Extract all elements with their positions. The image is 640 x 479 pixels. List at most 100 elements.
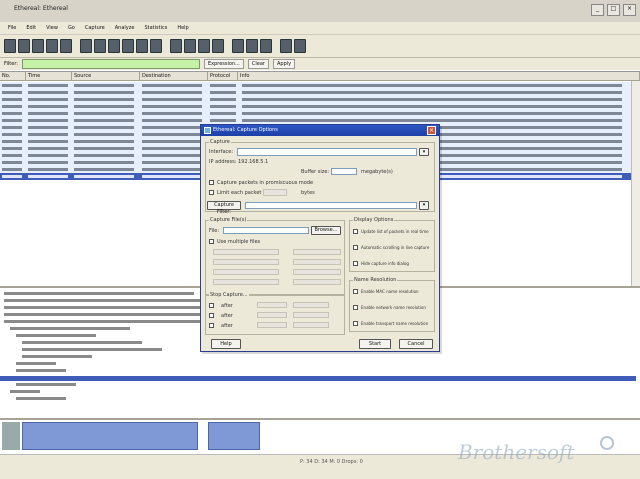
menu-file[interactable]: File <box>8 25 16 31</box>
detail-line[interactable] <box>22 348 162 351</box>
column-time[interactable]: Time <box>26 72 72 81</box>
detail-line[interactable] <box>16 369 66 372</box>
detail-line[interactable] <box>16 362 56 365</box>
stop-size-input[interactable] <box>257 312 287 318</box>
detail-line[interactable] <box>16 383 76 386</box>
detail-line[interactable] <box>10 327 130 330</box>
stop-time-input[interactable] <box>257 322 287 328</box>
help-button[interactable]: Help <box>211 339 241 349</box>
menu-analyze[interactable]: Analyze <box>115 25 135 31</box>
stop-time-checkbox[interactable] <box>209 323 214 328</box>
promiscuous-checkbox[interactable] <box>209 180 214 185</box>
column-source[interactable]: Source <box>72 72 140 81</box>
filter-clear-button[interactable]: Clear <box>247 59 269 69</box>
filter-dropdown-icon[interactable]: ▾ <box>419 201 429 210</box>
close-icon[interactable] <box>32 39 44 53</box>
stop-size-unit[interactable] <box>293 312 329 318</box>
capture-filter-button[interactable]: Capture Filter: <box>207 201 241 215</box>
packet-cell <box>210 119 236 122</box>
capture-stop-icon[interactable] <box>260 39 272 53</box>
packet-row[interactable] <box>0 110 640 117</box>
mac-resolution-checkbox[interactable] <box>353 289 358 294</box>
buffer-size-input[interactable] <box>331 168 357 175</box>
ring-buffer-value <box>293 249 341 255</box>
browse-button[interactable]: Browse... <box>311 226 341 235</box>
packet-list-scrollbar[interactable] <box>631 81 640 286</box>
network-resolution-checkbox[interactable] <box>353 305 358 310</box>
cancel-button[interactable]: Cancel <box>399 339 433 349</box>
limit-packet-checkbox[interactable] <box>209 190 214 195</box>
toolbar-separator <box>164 40 168 52</box>
capture-filter-input[interactable] <box>245 202 417 209</box>
column-info[interactable]: Info <box>238 72 640 81</box>
detail-line[interactable] <box>16 334 96 337</box>
filter-apply-button[interactable]: Apply <box>272 59 296 69</box>
transport-resolution-checkbox[interactable] <box>353 321 358 326</box>
capture-start-icon[interactable] <box>246 39 258 53</box>
packet-cell <box>2 84 22 87</box>
menu-capture[interactable]: Capture <box>85 25 105 31</box>
interface-select[interactable] <box>237 148 417 156</box>
toolbar-separator <box>226 40 230 52</box>
menu-edit[interactable]: Edit <box>26 25 36 31</box>
column-protocol[interactable]: Protocol <box>208 72 238 81</box>
stop-packets-input[interactable] <box>257 302 287 308</box>
packet-cell <box>74 168 134 171</box>
column-no[interactable]: No. <box>0 72 26 81</box>
packet-cell <box>2 154 22 157</box>
print-icon[interactable] <box>60 39 72 53</box>
help-icon[interactable] <box>294 39 306 53</box>
auto-scroll-checkbox[interactable] <box>353 245 358 250</box>
filter-input[interactable] <box>21 59 200 69</box>
detail-line[interactable] <box>4 292 194 295</box>
packet-row[interactable] <box>0 96 640 103</box>
menu-view[interactable]: View <box>46 25 58 31</box>
zoom-normal-icon[interactable] <box>198 39 210 53</box>
preferences-icon[interactable] <box>280 39 292 53</box>
menu-help[interactable]: Help <box>177 25 188 31</box>
detail-line[interactable] <box>22 355 92 358</box>
zoom-out-icon[interactable] <box>184 39 196 53</box>
filter-expression-button[interactable]: Expression... <box>203 59 244 69</box>
first-icon[interactable] <box>136 39 148 53</box>
start-button[interactable]: Start <box>359 339 391 349</box>
hide-info-checkbox[interactable] <box>353 261 358 266</box>
goto-icon[interactable] <box>122 39 134 53</box>
find-icon[interactable] <box>80 39 92 53</box>
packet-row[interactable] <box>0 82 640 89</box>
detail-line[interactable] <box>10 390 40 393</box>
open-icon[interactable] <box>4 39 16 53</box>
dialog-close-button[interactable]: × <box>427 126 436 135</box>
back-icon[interactable] <box>94 39 106 53</box>
detail-line[interactable] <box>4 320 204 323</box>
filter-bar: Filter: Expression... Clear Apply <box>0 58 640 70</box>
zoom-in-icon[interactable] <box>170 39 182 53</box>
last-icon[interactable] <box>150 39 162 53</box>
packet-row[interactable] <box>0 103 640 110</box>
multiple-files-checkbox[interactable] <box>209 239 214 244</box>
detail-line-selected[interactable] <box>0 376 636 381</box>
menu-statistics[interactable]: Statistics <box>144 25 167 31</box>
detail-line[interactable] <box>22 341 142 344</box>
close-button[interactable]: × <box>623 4 636 16</box>
packet-row[interactable] <box>0 117 640 124</box>
minimize-button[interactable]: _ <box>591 4 604 16</box>
realtime-update-checkbox[interactable] <box>353 229 358 234</box>
stop-packets-checkbox[interactable] <box>209 303 214 308</box>
maximize-button[interactable]: □ <box>607 4 620 16</box>
stop-size-checkbox[interactable] <box>209 313 214 318</box>
column-destination[interactable]: Destination <box>140 72 208 81</box>
file-input[interactable] <box>223 227 309 234</box>
packet-cell <box>2 168 22 171</box>
menu-go[interactable]: Go <box>68 25 75 31</box>
capture-options-icon[interactable] <box>232 39 244 53</box>
save-icon[interactable] <box>18 39 30 53</box>
reload-icon[interactable] <box>46 39 58 53</box>
forward-icon[interactable] <box>108 39 120 53</box>
interface-dropdown-icon[interactable]: ▾ <box>419 148 429 156</box>
resize-icon[interactable] <box>212 39 224 53</box>
stop-time-unit[interactable] <box>293 322 329 328</box>
packet-row[interactable] <box>0 89 640 96</box>
detail-line[interactable] <box>16 397 66 400</box>
limit-bytes-input[interactable] <box>263 189 287 196</box>
